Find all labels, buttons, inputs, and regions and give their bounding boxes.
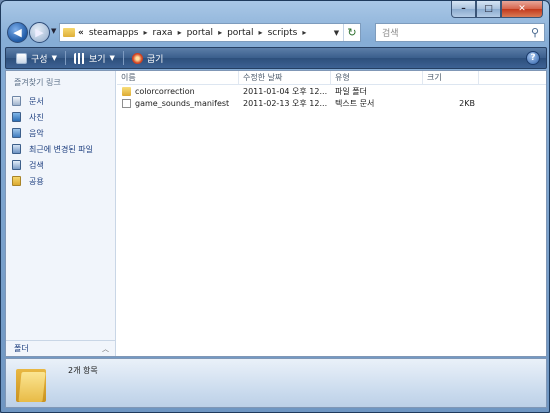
back-arrow-icon: ◀ <box>13 26 22 39</box>
breadcrumb-separator-icon[interactable]: ▸ <box>178 28 182 37</box>
text-file-icon <box>122 98 131 108</box>
recent-pages-dropdown[interactable]: ▼ <box>51 27 56 35</box>
command-bar: 구성 ▼ 보기 ▼ 굽기 ? <box>5 47 547 69</box>
folders-toggle[interactable]: 폴더 ︿ <box>6 340 115 356</box>
help-button[interactable]: ? <box>526 51 540 65</box>
column-header-size[interactable]: 크기 <box>423 71 479 84</box>
organize-button[interactable]: 구성 ▼ <box>10 49 63 67</box>
search-icon[interactable]: ⚲ <box>526 26 544 39</box>
searches-icon <box>12 160 21 170</box>
favorite-link-label: 문서 <box>29 96 44 106</box>
column-header-date-modified[interactable]: 수정한 날짜 <box>239 71 331 84</box>
forward-arrow-icon: ▶ <box>35 26 44 39</box>
favorite-link-documents[interactable]: 문서 <box>12 93 93 109</box>
search-box[interactable]: 검색 ⚲ <box>375 23 545 42</box>
column-headers: 이름 수정한 날짜 유형 크기 <box>117 71 546 85</box>
file-name-cell: game_sounds_manifest <box>117 98 239 108</box>
file-name: colorcorrection <box>135 86 195 96</box>
recent-icon <box>12 144 21 154</box>
documents-icon <box>12 96 21 106</box>
views-label: 보기 <box>88 54 106 65</box>
favorite-link-label: 사진 <box>29 112 44 122</box>
breadcrumb-separator-icon[interactable]: ▸ <box>218 28 222 37</box>
forward-button[interactable]: ▶ <box>29 22 50 43</box>
folder-icon <box>122 86 131 96</box>
views-icon <box>73 52 85 64</box>
favorite-link-label: 최근에 변경된 파일 <box>29 144 93 154</box>
favorite-links-header: 즐겨찾기 링크 <box>14 78 61 87</box>
favorite-link-label: 공용 <box>29 176 44 186</box>
address-bar[interactable]: « steamapps ▸ raxa ▸ portal ▸ portal ▸ s… <box>59 23 361 42</box>
file-type: 텍스트 문서 <box>335 98 375 108</box>
navigation-pane: 즐겨찾기 링크 문서 사진 음악 최근에 변경된 파일 검색 공용 폴더 ︿ <box>6 71 116 356</box>
favorite-link-label: 음악 <box>29 128 44 138</box>
favorite-link-pictures[interactable]: 사진 <box>12 109 93 125</box>
breadcrumb-item[interactable]: portal <box>227 28 253 38</box>
column-header-type[interactable]: 유형 <box>331 71 423 84</box>
address-controls: ▼ ↻ <box>330 24 360 41</box>
details-pane: 2개 항목 <box>5 358 547 408</box>
table-row[interactable]: colorcorrection 2011-01-04 오후 12... 파일 폴… <box>117 85 546 97</box>
back-button[interactable]: ◀ <box>7 22 28 43</box>
breadcrumb-item[interactable]: steamapps <box>89 28 139 38</box>
chevron-down-icon: ▼ <box>109 54 115 62</box>
breadcrumb-item[interactable]: scripts <box>268 28 298 38</box>
breadcrumb-overflow[interactable]: « <box>78 28 84 38</box>
burn-disc-icon <box>131 52 143 64</box>
column-header-name[interactable]: 이름 <box>117 71 239 84</box>
file-size: 2KB <box>459 98 475 108</box>
breadcrumb-separator-icon[interactable]: ▸ <box>259 28 263 37</box>
favorite-link-public[interactable]: 공용 <box>12 173 93 189</box>
command-separator <box>122 51 124 65</box>
file-date: 2011-01-04 오후 12... <box>243 86 328 96</box>
item-count: 2개 항목 <box>68 366 98 375</box>
favorite-links: 문서 사진 음악 최근에 변경된 파일 검색 공용 <box>12 93 93 189</box>
close-button[interactable]: ✕ <box>501 1 543 18</box>
breadcrumb-item[interactable]: raxa <box>153 28 173 38</box>
favorite-link-label: 검색 <box>29 160 44 170</box>
caption-buttons: – □ ✕ <box>451 1 543 19</box>
address-history-dropdown[interactable]: ▼ <box>330 29 343 37</box>
music-icon <box>12 128 21 138</box>
chevron-down-icon: ▼ <box>51 54 57 62</box>
burn-button[interactable]: 굽기 <box>126 49 170 67</box>
file-type: 파일 폴더 <box>335 86 367 96</box>
breadcrumb-separator-icon[interactable]: ▸ <box>144 28 148 37</box>
large-folder-icon <box>16 366 46 402</box>
maximize-button[interactable]: □ <box>476 1 501 18</box>
table-row[interactable]: game_sounds_manifest 2011-02-13 오후 12...… <box>117 97 546 109</box>
folder-icon <box>63 28 75 37</box>
breadcrumb-item[interactable]: portal <box>187 28 213 38</box>
file-date: 2011-02-13 오후 12... <box>243 98 328 108</box>
file-rows: colorcorrection 2011-01-04 오후 12... 파일 폴… <box>117 85 546 109</box>
breadcrumb: « steamapps ▸ raxa ▸ portal ▸ portal ▸ s… <box>78 28 311 38</box>
file-list: 이름 수정한 날짜 유형 크기 colorcorrection 2011-01-… <box>117 71 546 356</box>
file-name-cell: colorcorrection <box>117 86 239 96</box>
minimize-button[interactable]: – <box>451 1 476 18</box>
content-area: 즐겨찾기 링크 문서 사진 음악 최근에 변경된 파일 검색 공용 폴더 ︿ 이… <box>5 70 547 357</box>
public-folder-icon <box>12 176 21 186</box>
breadcrumb-separator-icon[interactable]: ▸ <box>302 28 306 37</box>
organize-icon <box>16 52 27 64</box>
explorer-window: – □ ✕ ◀ ▶ ▼ « steamapps ▸ raxa ▸ portal … <box>0 0 550 413</box>
burn-label: 굽기 <box>146 54 164 65</box>
folder-front <box>18 372 46 402</box>
folders-label: 폴더 <box>14 344 29 353</box>
search-input[interactable]: 검색 <box>382 26 399 39</box>
views-button[interactable]: 보기 ▼ <box>68 49 121 67</box>
chevron-up-icon: ︿ <box>102 344 109 353</box>
refresh-button[interactable]: ↻ <box>343 24 360 41</box>
favorite-link-searches[interactable]: 검색 <box>12 157 93 173</box>
organize-label: 구성 <box>31 54 48 65</box>
command-separator <box>64 51 66 65</box>
favorite-link-music[interactable]: 음악 <box>12 125 93 141</box>
favorite-link-recent[interactable]: 최근에 변경된 파일 <box>12 141 93 157</box>
file-name: game_sounds_manifest <box>135 98 230 108</box>
pictures-icon <box>12 112 21 122</box>
navigation-bar: ◀ ▶ ▼ « steamapps ▸ raxa ▸ portal ▸ port… <box>5 21 547 45</box>
